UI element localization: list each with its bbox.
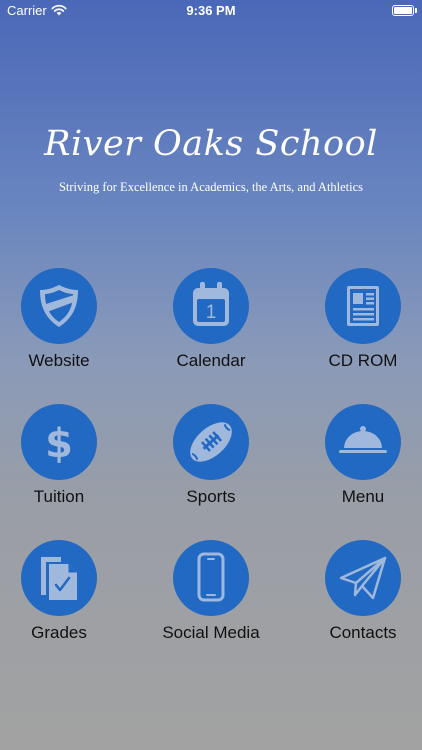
battery-tip — [415, 8, 417, 13]
shield-icon — [40, 285, 78, 327]
grades-icon-circle[interactable] — [21, 540, 97, 616]
dollar-icon: $ — [45, 421, 73, 467]
social-media-icon-circle[interactable] — [173, 540, 249, 616]
school-title: River Oaks School — [44, 124, 378, 164]
grades-label: Grades — [31, 623, 87, 642]
football-icon — [190, 422, 232, 462]
paper-plane-icon — [339, 556, 387, 600]
website-label: Website — [28, 351, 90, 370]
cd-rom-label: CD ROM — [328, 351, 398, 370]
website-button[interactable]: Website — [0, 268, 124, 371]
battery-icon — [392, 5, 414, 16]
social-media-button[interactable]: Social Media — [146, 540, 276, 643]
tuition-label: Tuition — [33, 487, 85, 506]
cd-rom-button[interactable]: CD ROM — [298, 268, 422, 371]
contacts-button[interactable]: Contacts — [298, 540, 422, 643]
calendar-day-number: 1 — [206, 302, 217, 323]
menu-label: Menu — [341, 487, 385, 506]
social-media-label: Social Media — [162, 623, 260, 642]
cd-rom-icon-circle[interactable] — [325, 268, 401, 344]
status-bar: Carrier 9:36 PM — [0, 0, 422, 22]
tuition-icon-circle[interactable]: $ — [21, 404, 97, 480]
grades-button[interactable]: Grades — [0, 540, 124, 643]
menu-icon-circle[interactable] — [325, 404, 401, 480]
grades-icon — [41, 557, 77, 600]
menu-button[interactable]: Menu — [298, 404, 422, 507]
sports-icon-circle[interactable] — [173, 404, 249, 480]
calendar-icon-circle[interactable]: 1 — [173, 268, 249, 344]
contacts-label: Contacts — [329, 623, 397, 642]
calendar-label: Calendar — [176, 351, 246, 370]
document-icon — [347, 286, 379, 326]
tuition-button[interactable]: $ Tuition — [0, 404, 124, 507]
sports-button[interactable]: Sports — [146, 404, 276, 507]
dollar-sign: $ — [45, 421, 73, 467]
website-icon-circle[interactable] — [21, 268, 97, 344]
calendar-button[interactable]: 1 Calendar — [146, 268, 276, 371]
status-time: 9:36 PM — [186, 3, 236, 18]
cloche-icon — [339, 426, 387, 453]
contacts-icon-circle[interactable] — [325, 540, 401, 616]
phone-icon — [197, 552, 225, 602]
calendar-icon: 1 — [193, 282, 229, 326]
sports-label: Sports — [186, 487, 236, 506]
school-tagline: Striving for Excellence in Academics, th… — [58, 180, 364, 194]
